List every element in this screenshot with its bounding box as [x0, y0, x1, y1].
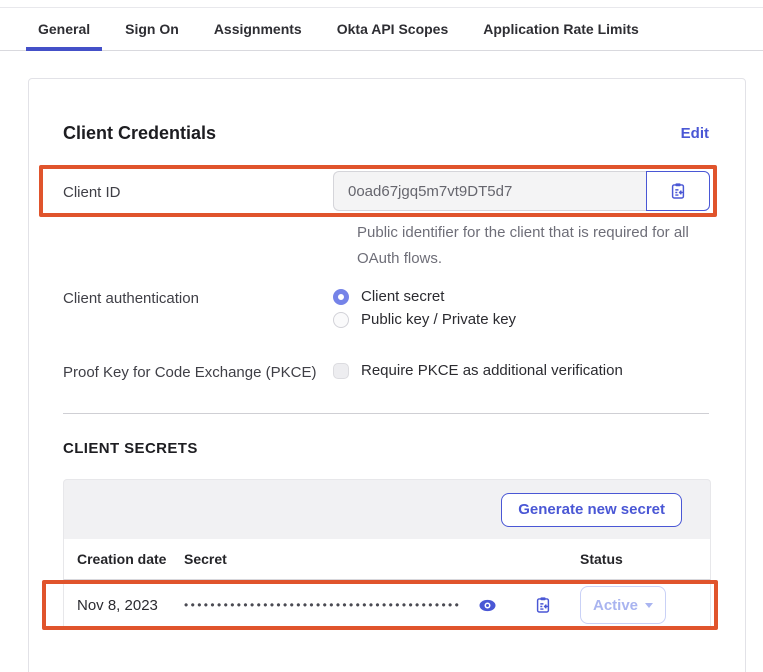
edit-link[interactable]: Edit — [681, 125, 709, 142]
header-status: Status — [580, 551, 710, 567]
client-id-help-text: Public identifier for the client that is… — [357, 220, 713, 272]
client-id-row: Client ID 0oad67jgq5m7vt9DT5d7 — [63, 170, 709, 212]
clipboard-copy-icon — [669, 182, 687, 200]
section-divider — [63, 413, 709, 414]
copy-secret-button[interactable] — [532, 594, 554, 616]
pkce-checkbox-label: Require PKCE as additional verification — [361, 362, 623, 379]
tab-application-rate-limits[interactable]: Application Rate Limits — [471, 8, 651, 51]
eye-icon — [479, 599, 496, 612]
header-creation-date: Creation date — [64, 551, 184, 567]
checkbox-unchecked-icon[interactable] — [333, 363, 349, 379]
generate-new-secret-button[interactable]: Generate new secret — [501, 493, 682, 527]
radio-public-private-key-label: Public key / Private key — [361, 311, 516, 328]
tab-assignments[interactable]: Assignments — [202, 8, 314, 51]
client-authentication-row: Client authentication Client secret Publ… — [63, 288, 709, 328]
masked-secret-value: ••••••••••••••••••••••••••••••••••••••••… — [184, 598, 461, 612]
secret-creation-date: Nov 8, 2023 — [64, 597, 184, 614]
header-secret: Secret — [184, 551, 580, 567]
copy-client-id-button[interactable] — [646, 171, 710, 211]
radio-unselected-icon[interactable] — [333, 312, 349, 328]
tab-general[interactable]: General — [26, 8, 102, 51]
client-authentication-label: Client authentication — [63, 288, 333, 307]
radio-public-private-key[interactable]: Public key / Private key — [333, 311, 516, 328]
radio-client-secret[interactable]: Client secret — [333, 288, 516, 305]
table-header-row: Creation date Secret Status — [63, 539, 711, 580]
client-id-label: Client ID — [63, 182, 333, 201]
status-dropdown[interactable]: Active — [580, 586, 666, 624]
pkce-label: Proof Key for Code Exchange (PKCE) — [63, 362, 333, 381]
pkce-row: Proof Key for Code Exchange (PKCE) Requi… — [63, 362, 709, 381]
radio-client-secret-label: Client secret — [361, 288, 444, 305]
status-label: Active — [593, 597, 638, 614]
client-secrets-title: CLIENT SECRETS — [63, 440, 709, 457]
client-credentials-card: Client Credentials Edit Client ID 0oad67… — [28, 78, 746, 672]
pkce-checkbox-item[interactable]: Require PKCE as additional verification — [333, 362, 623, 379]
tab-okta-api-scopes[interactable]: Okta API Scopes — [325, 8, 461, 51]
client-secrets-table: Generate new secret Creation date Secret… — [63, 479, 711, 630]
client-id-value-field[interactable]: 0oad67jgq5m7vt9DT5d7 — [333, 171, 646, 211]
caret-down-icon — [645, 603, 653, 608]
clipboard-copy-icon — [534, 596, 552, 614]
radio-selected-icon[interactable] — [333, 289, 349, 305]
secrets-toolbar: Generate new secret — [63, 479, 711, 539]
app-tabbar: General Sign On Assignments Okta API Sco… — [0, 8, 763, 51]
tab-sign-on[interactable]: Sign On — [113, 8, 191, 51]
table-row: Nov 8, 2023 ••••••••••••••••••••••••••••… — [63, 580, 711, 630]
reveal-secret-button[interactable] — [477, 597, 498, 614]
section-title: Client Credentials — [63, 123, 216, 144]
